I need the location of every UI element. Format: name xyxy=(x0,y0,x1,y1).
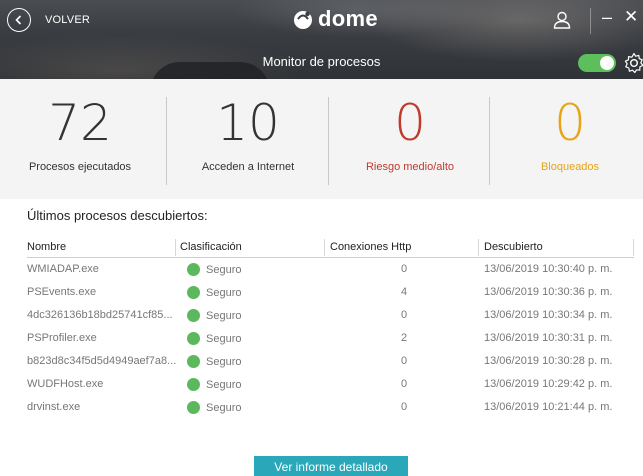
status-dot-icon xyxy=(187,401,200,414)
classification-cell: Seguro xyxy=(187,401,241,414)
back-button[interactable]: VOLVER xyxy=(7,8,90,32)
process-name: PSEvents.exe xyxy=(27,286,97,298)
table-row[interactable]: WUDFHost.exe Seguro 0 13/06/2019 10:29:4… xyxy=(27,373,634,396)
process-name: PSProfiler.exe xyxy=(27,332,97,344)
stats-panel: 72 Procesos ejecutados 10 Acceden a Inte… xyxy=(0,79,643,199)
gear-icon[interactable] xyxy=(622,51,643,75)
table-row[interactable]: PSProfiler.exe Seguro 2 13/06/2019 10:30… xyxy=(27,327,634,350)
http-connections: 0 xyxy=(401,263,408,275)
toggle-knob xyxy=(600,56,614,70)
process-name: b823d8c34f5d5d4949aef7a8... xyxy=(27,355,177,367)
logo-text: dome xyxy=(318,6,378,31)
status-dot-icon xyxy=(187,309,200,322)
classification-cell: Seguro xyxy=(187,286,241,299)
classification-label: Seguro xyxy=(206,287,242,299)
processes-table: Nombre Clasificación Conexiones Http Des… xyxy=(27,236,634,419)
discovered-time: 13/06/2019 10:30:34 p. m. xyxy=(484,309,613,321)
stat-blocked: 0 Bloqueados xyxy=(490,79,643,199)
brand-logo: dome xyxy=(292,6,378,32)
status-dot-icon xyxy=(187,263,200,276)
discovered-time: 13/06/2019 10:30:36 p. m. xyxy=(484,286,613,298)
chevron-left-icon xyxy=(7,8,31,32)
table-row[interactable]: WMIADAP.exe Seguro 0 13/06/2019 10:30:40… xyxy=(27,258,634,281)
stat-medium-high-risk: 0 Riesgo medio/alto xyxy=(330,79,490,199)
title-bar: Monitor de procesos xyxy=(0,47,643,77)
classification-label: Seguro xyxy=(206,310,242,322)
http-connections: 0 xyxy=(401,355,408,367)
process-name: WMIADAP.exe xyxy=(27,263,99,275)
user-icon[interactable] xyxy=(552,10,572,30)
app-header: VOLVER dome – ✕ Monitor de procesos xyxy=(0,0,643,79)
stat-value: 10 xyxy=(216,94,280,152)
classification-label: Seguro xyxy=(206,379,242,391)
stat-label: Bloqueados xyxy=(540,161,600,173)
section-title: Últimos procesos descubiertos: xyxy=(27,208,208,223)
classification-label: Seguro xyxy=(206,264,242,276)
dome-logo-icon xyxy=(294,11,312,29)
monitor-toggle[interactable] xyxy=(578,54,616,72)
classification-cell: Seguro xyxy=(187,355,241,368)
http-connections: 4 xyxy=(401,286,408,298)
http-connections: 0 xyxy=(401,401,408,413)
table-header: Nombre Clasificación Conexiones Http Des… xyxy=(27,236,634,258)
table-row[interactable]: 4dc326136b18bd25741cf85... Seguro 0 13/0… xyxy=(27,304,634,327)
classification-label: Seguro xyxy=(206,356,242,368)
stat-value: 72 xyxy=(48,94,112,152)
table-row[interactable]: drvinst.exe Seguro 0 13/06/2019 10:21:44… xyxy=(27,396,634,419)
stat-label: Acceden a Internet xyxy=(201,161,295,173)
status-dot-icon xyxy=(187,286,200,299)
classification-label: Seguro xyxy=(206,402,242,414)
column-separator xyxy=(324,239,325,256)
classification-cell: Seguro xyxy=(187,332,241,345)
stat-value: 0 xyxy=(554,94,586,152)
http-connections: 0 xyxy=(401,378,408,390)
stat-divider xyxy=(166,97,167,185)
stat-value: 0 xyxy=(394,94,426,152)
process-name: WUDFHost.exe xyxy=(27,378,104,390)
discovered-time: 13/06/2019 10:30:28 p. m. xyxy=(484,355,613,367)
column-header-http[interactable]: Conexiones Http xyxy=(330,241,411,253)
detailed-report-button[interactable]: Ver informe detallado xyxy=(254,456,408,476)
minimize-button[interactable]: – xyxy=(602,7,612,28)
column-separator xyxy=(633,239,634,256)
column-header-discovered[interactable]: Descubierto xyxy=(484,241,543,253)
classification-cell: Seguro xyxy=(187,378,241,391)
status-dot-icon xyxy=(187,378,200,391)
discovered-time: 13/06/2019 10:29:42 p. m. xyxy=(484,378,613,390)
table-row[interactable]: b823d8c34f5d5d4949aef7a8... Seguro 0 13/… xyxy=(27,350,634,373)
status-dot-icon xyxy=(187,355,200,368)
stat-processes-executed: 72 Procesos ejecutados xyxy=(0,79,160,199)
back-label: VOLVER xyxy=(45,14,91,26)
discovered-time: 13/06/2019 10:21:44 p. m. xyxy=(484,401,613,413)
column-separator xyxy=(478,239,479,256)
discovered-time: 13/06/2019 10:30:40 p. m. xyxy=(484,263,613,275)
stat-label: Procesos ejecutados xyxy=(28,161,132,173)
classification-cell: Seguro xyxy=(187,309,241,322)
stat-divider xyxy=(328,97,329,185)
table-row[interactable]: PSEvents.exe Seguro 4 13/06/2019 10:30:3… xyxy=(27,281,634,304)
discovered-time: 13/06/2019 10:30:31 p. m. xyxy=(484,332,613,344)
classification-label: Seguro xyxy=(206,333,242,345)
http-connections: 2 xyxy=(401,332,408,344)
window-controls-divider xyxy=(590,8,591,34)
process-name: drvinst.exe xyxy=(27,401,81,413)
http-connections: 0 xyxy=(401,309,408,321)
column-header-name[interactable]: Nombre xyxy=(27,241,66,253)
stat-internet-access: 10 Acceden a Internet xyxy=(168,79,328,199)
column-separator xyxy=(175,239,176,256)
process-name: 4dc326136b18bd25741cf85... xyxy=(27,309,173,321)
page-title: Monitor de procesos xyxy=(262,54,381,69)
classification-cell: Seguro xyxy=(187,263,241,276)
status-dot-icon xyxy=(187,332,200,345)
column-header-classification[interactable]: Clasificación xyxy=(180,241,242,253)
close-button[interactable]: ✕ xyxy=(624,7,638,27)
stat-label: Riesgo medio/alto xyxy=(365,161,455,173)
